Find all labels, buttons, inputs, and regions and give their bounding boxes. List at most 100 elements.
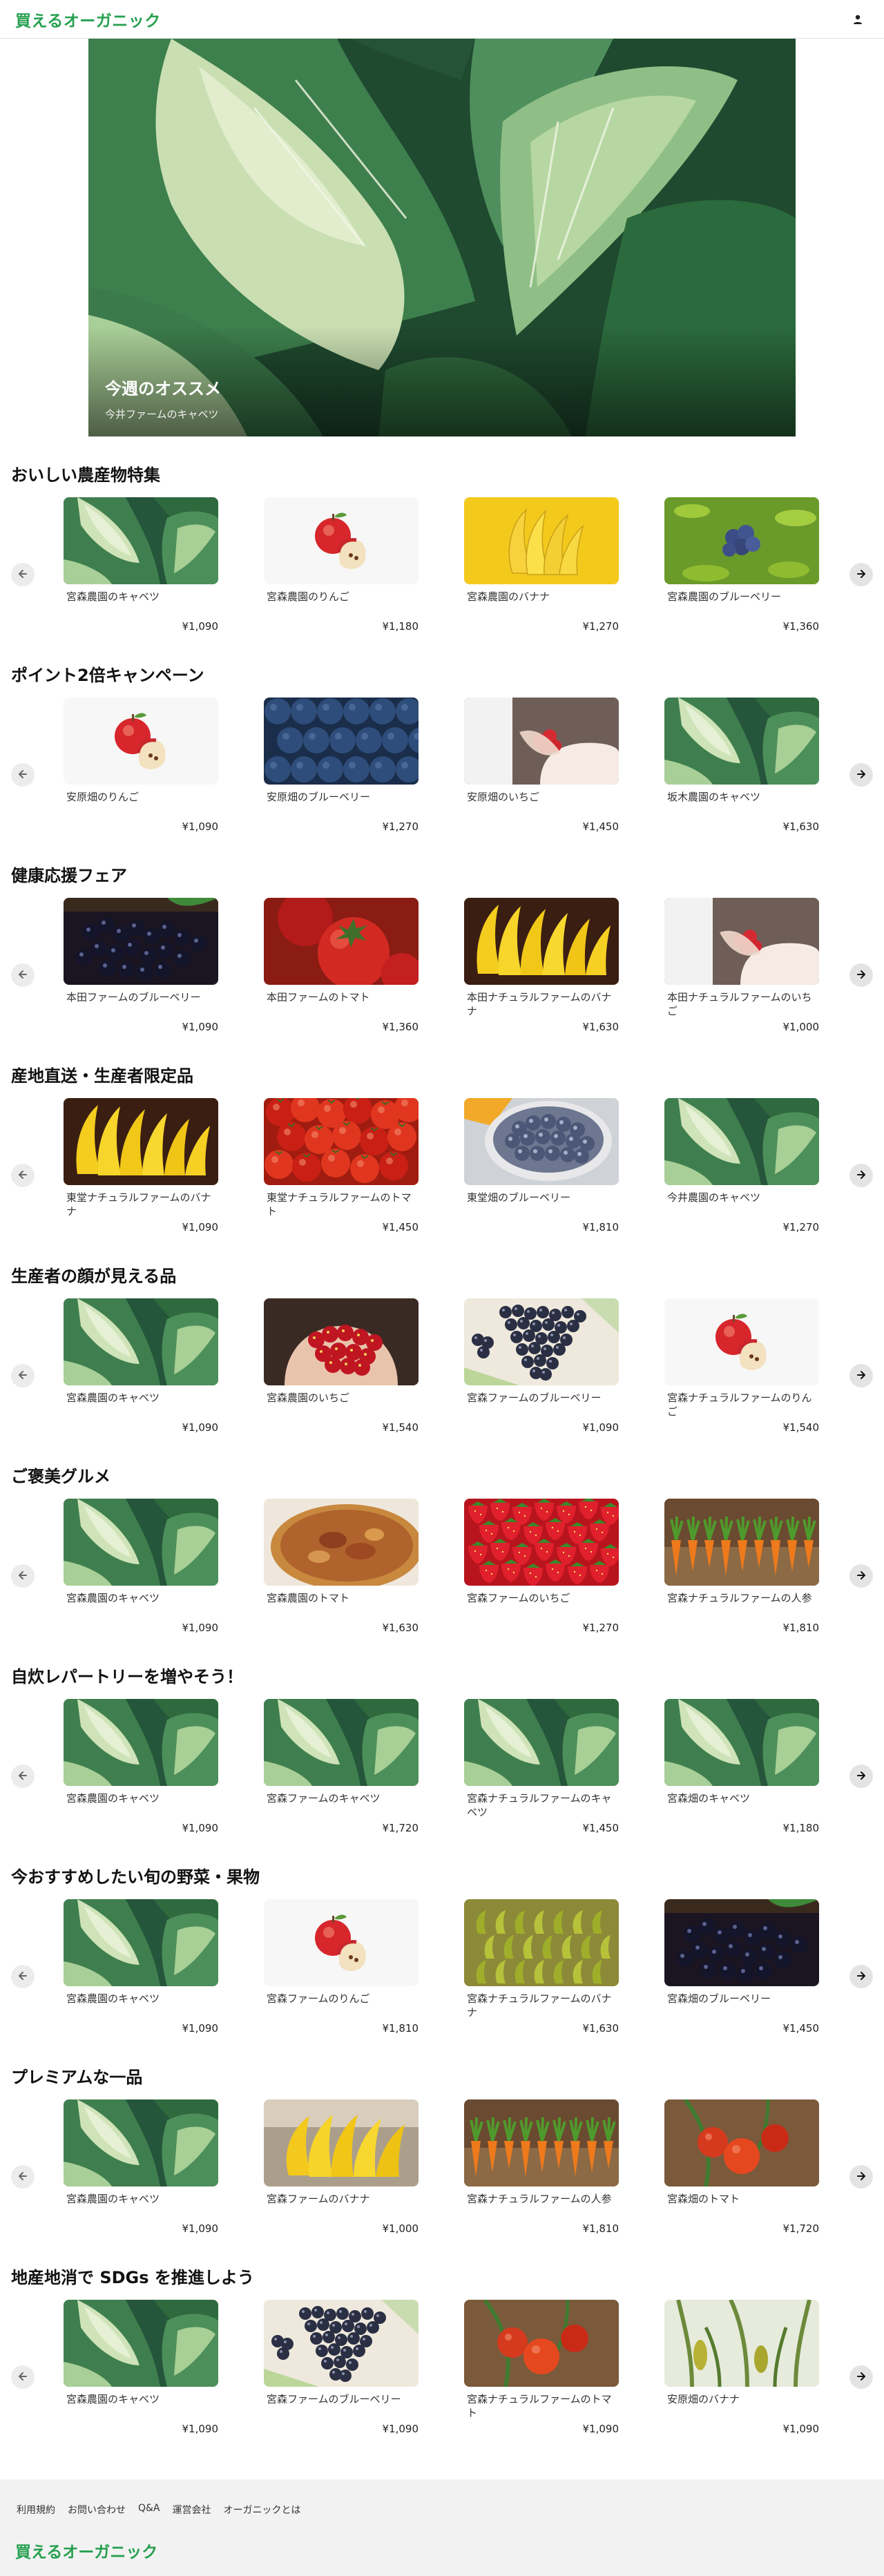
product-price: ¥1,540 xyxy=(382,1421,419,1434)
product-price: ¥1,360 xyxy=(782,620,820,633)
product-name: 宮森ナチュラルファームのバナナ xyxy=(467,1992,612,2019)
arrow-left-icon xyxy=(18,568,28,581)
product-card[interactable]: 宮森農園のブルーベリー ¥1,360 xyxy=(664,497,819,657)
carousel-next-button[interactable] xyxy=(849,1164,873,1187)
product-card[interactable]: 宮森ナチュラルファームのトマト ¥1,090 xyxy=(464,2300,619,2460)
product-image xyxy=(664,898,819,985)
product-card[interactable]: 宮森ファームのブルーベリー ¥1,090 xyxy=(264,2300,419,2460)
product-card[interactable]: 宮森農園のバナナ ¥1,270 xyxy=(464,497,619,657)
product-section: 健康応援フェア 本田ファームのブルーベリー ¥1,090 本田ファームのトマト ¥1,… xyxy=(0,862,884,1062)
product-card[interactable]: 宮森ナチュラルファームのりんご ¥1,540 xyxy=(664,1298,819,1459)
product-card[interactable]: 宮森畑のブルーベリー ¥1,450 xyxy=(664,1899,819,2059)
product-price: ¥1,810 xyxy=(582,1221,619,1233)
product-card[interactable]: 宮森ファームのブルーベリー ¥1,090 xyxy=(464,1298,619,1459)
carousel-prev-button[interactable] xyxy=(11,963,35,987)
product-section: おいしい農産物特集 宮森農園のキャベツ ¥1,090 宮森農園のりんご ¥1,180… xyxy=(0,461,884,662)
product-card[interactable]: 安原畑のブルーベリー ¥1,270 xyxy=(264,698,419,858)
carousel-next-button[interactable] xyxy=(849,1765,873,1788)
product-card[interactable]: 宮森農園のいちご ¥1,540 xyxy=(264,1298,419,1459)
carousel-prev-button[interactable] xyxy=(11,1765,35,1788)
arrow-left-icon xyxy=(18,1970,28,1983)
carousel-next-button[interactable] xyxy=(849,963,873,987)
product-card[interactable]: 宮森ファームのりんご ¥1,810 xyxy=(264,1899,419,2059)
product-card[interactable]: 本田ファームのブルーベリー ¥1,090 xyxy=(64,898,218,1058)
carousel-next-button[interactable] xyxy=(849,763,873,787)
product-image xyxy=(64,2099,218,2186)
product-card[interactable]: 宮森ナチュラルファームのバナナ ¥1,630 xyxy=(464,1899,619,2059)
carousel-prev-button[interactable] xyxy=(11,1364,35,1387)
carousel-prev-button[interactable] xyxy=(11,2165,35,2189)
footer-link-faq[interactable]: Q&A xyxy=(138,2503,160,2517)
product-price: ¥1,810 xyxy=(582,2222,619,2235)
carousel-prev-button[interactable] xyxy=(11,2365,35,2389)
product-card[interactable]: 坂木農園のキャベツ ¥1,630 xyxy=(664,698,819,858)
product-image xyxy=(464,698,619,785)
product-card[interactable]: 宮森農園のキャベツ ¥1,090 xyxy=(64,1899,218,2059)
footer-link-terms[interactable]: 利用規約 xyxy=(17,2503,55,2517)
product-name: 宮森ナチュラルファームのキャベツ xyxy=(467,1792,612,1818)
carousel-next-button[interactable] xyxy=(849,2165,873,2189)
product-card[interactable]: 宮森農園のキャベツ ¥1,090 xyxy=(64,1298,218,1459)
product-name: 安原畑のバナナ xyxy=(667,2393,740,2405)
product-card[interactable]: 東堂ナチュラルファームのバナナ ¥1,090 xyxy=(64,1098,218,1258)
product-price: ¥1,270 xyxy=(582,620,619,633)
product-price: ¥1,180 xyxy=(382,620,419,633)
product-card[interactable]: 宮森農園のキャベツ ¥1,090 xyxy=(64,497,218,657)
carousel-prev-button[interactable] xyxy=(11,763,35,787)
product-image xyxy=(464,2300,619,2387)
arrow-right-icon xyxy=(856,1169,866,1182)
product-card[interactable]: 宮森農園のキャベツ ¥1,090 xyxy=(64,1699,218,1859)
product-price: ¥1,630 xyxy=(582,1021,619,1033)
product-card[interactable]: 安原畑のいちご ¥1,450 xyxy=(464,698,619,858)
carousel-next-button[interactable] xyxy=(849,1364,873,1387)
product-image xyxy=(64,497,218,584)
carousel-next-button[interactable] xyxy=(849,2365,873,2389)
carousel-prev-button[interactable] xyxy=(11,1564,35,1588)
carousel-next-button[interactable] xyxy=(849,1564,873,1588)
product-name: 宮森ナチュラルファームの人参 xyxy=(467,2193,612,2205)
user-account-button[interactable] xyxy=(847,8,869,30)
product-card[interactable]: 宮森ファームのバナナ ¥1,000 xyxy=(264,2099,419,2260)
product-name: 宮森ファームのブルーベリー xyxy=(267,2393,401,2405)
product-card[interactable]: 宮森農園のキャベツ ¥1,090 xyxy=(64,1499,218,1659)
carousel-prev-button[interactable] xyxy=(11,1164,35,1187)
product-section: 今おすすめしたい旬の野菜・果物 宮森農園のキャベツ ¥1,090 宮森ファームのり… xyxy=(0,1863,884,2064)
product-card[interactable]: 宮森畑のトマト ¥1,720 xyxy=(664,2099,819,2260)
product-card[interactable]: 宮森ナチュラルファームのキャベツ ¥1,450 xyxy=(464,1699,619,1859)
footer-link-contact[interactable]: お問い合わせ xyxy=(68,2503,126,2517)
carousel-prev-button[interactable] xyxy=(11,1965,35,1988)
product-name: 宮森ファームのブルーベリー xyxy=(467,1392,602,1404)
product-card[interactable]: 宮森農園のキャベツ ¥1,090 xyxy=(64,2099,218,2260)
product-card[interactable]: 本田ナチュラルファームのいちご ¥1,000 xyxy=(664,898,819,1058)
product-card[interactable]: 宮森ナチュラルファームの人参 ¥1,810 xyxy=(664,1499,819,1659)
product-price: ¥1,270 xyxy=(382,820,419,833)
product-name: 宮森ファームのりんご xyxy=(267,1992,370,2005)
footer-link-about-organic[interactable]: オーガニックとは xyxy=(224,2503,301,2517)
product-section: 自炊レパートリーを増やそう！ 宮森農園のキャベツ ¥1,090 宮森ファームのキャ… xyxy=(0,1663,884,1863)
product-card[interactable]: 安原畑のりんご ¥1,090 xyxy=(64,698,218,858)
hero-banner[interactable]: 今週のオススメ 今井ファームのキャベツ xyxy=(88,39,796,436)
carousel-next-button[interactable] xyxy=(849,563,873,586)
user-icon xyxy=(853,15,863,24)
site-logo[interactable]: 買えるオーガニック xyxy=(15,8,161,31)
product-card[interactable]: 宮森ファームのいちご ¥1,270 xyxy=(464,1499,619,1659)
product-card[interactable]: 宮森農園のトマト ¥1,630 xyxy=(264,1499,419,1659)
product-card[interactable]: 東堂ナチュラルファームのトマト ¥1,450 xyxy=(264,1098,419,1258)
product-name: 宮森ファームのキャベツ xyxy=(267,1792,381,1805)
product-card[interactable]: 宮森農園のキャベツ ¥1,090 xyxy=(64,2300,218,2460)
product-card[interactable]: 今井農園のキャベツ ¥1,270 xyxy=(664,1098,819,1258)
product-image xyxy=(664,2099,819,2186)
carousel-next-button[interactable] xyxy=(849,1965,873,1988)
product-price: ¥1,270 xyxy=(782,1221,820,1233)
footer-logo[interactable]: 買えるオーガニック xyxy=(15,2539,157,2562)
product-card[interactable]: 本田ファームのトマト ¥1,360 xyxy=(264,898,419,1058)
product-card[interactable]: 安原畑のバナナ ¥1,090 xyxy=(664,2300,819,2460)
product-card[interactable]: 宮森農園のりんご ¥1,180 xyxy=(264,497,419,657)
product-card[interactable]: 宮森ファームのキャベツ ¥1,720 xyxy=(264,1699,419,1859)
product-card[interactable]: 本田ナチュラルファームのバナナ ¥1,630 xyxy=(464,898,619,1058)
product-card[interactable]: 東堂畑のブルーベリー ¥1,810 xyxy=(464,1098,619,1258)
footer-link-company[interactable]: 運営会社 xyxy=(173,2503,211,2517)
product-card[interactable]: 宮森畑のキャベツ ¥1,180 xyxy=(664,1699,819,1859)
carousel-prev-button[interactable] xyxy=(11,563,35,586)
product-card[interactable]: 宮森ナチュラルファームの人参 ¥1,810 xyxy=(464,2099,619,2260)
